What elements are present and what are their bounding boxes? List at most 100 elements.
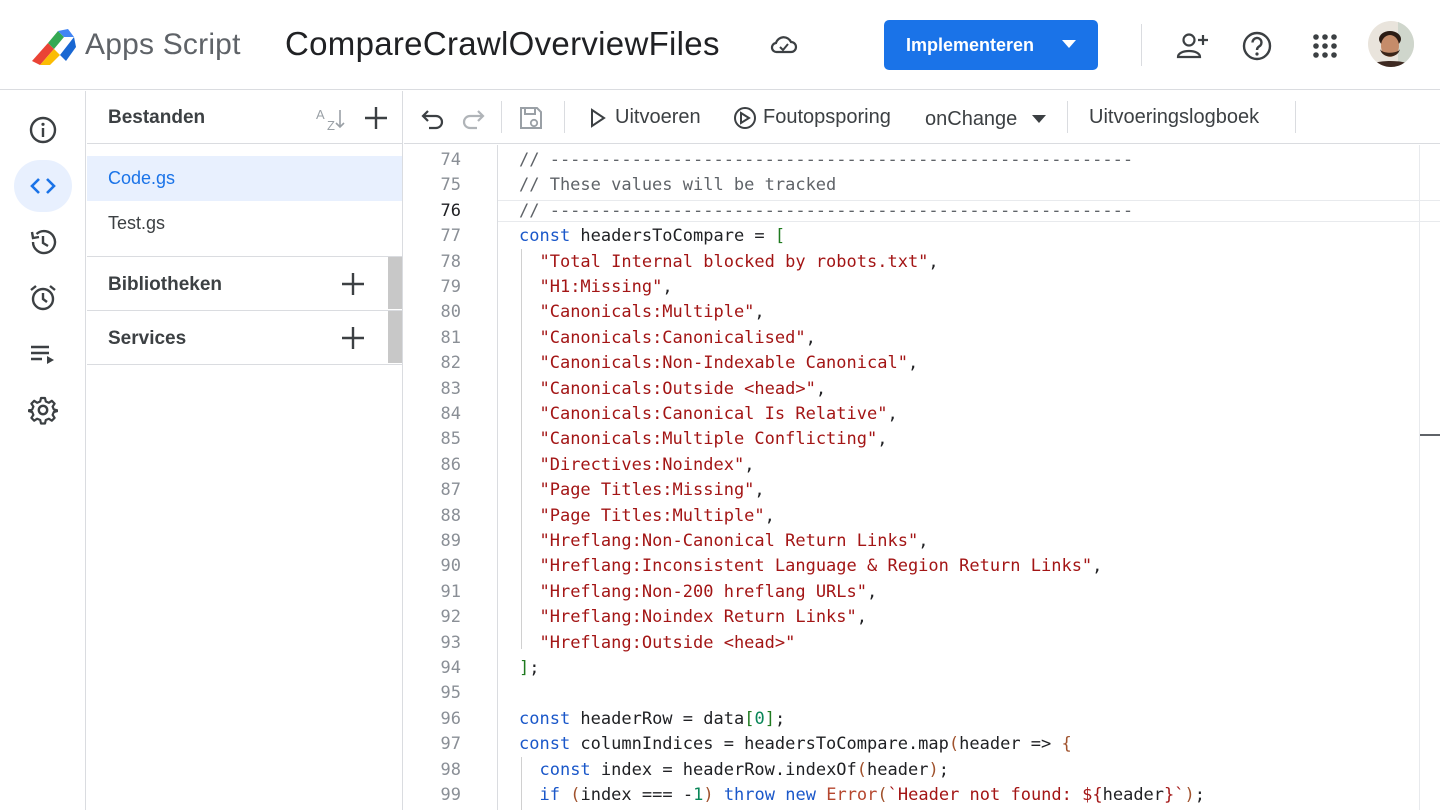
code-line[interactable]: 88 "Page Titles:Multiple", — [404, 504, 1419, 529]
chevron-down-icon[interactable] — [1062, 40, 1076, 48]
line-number: 74 — [440, 150, 461, 170]
line-number: 97 — [440, 734, 461, 755]
code-line[interactable]: 76 // -----------------------------------… — [404, 199, 1419, 224]
code-line[interactable]: 80 "Canonicals:Multiple", — [404, 300, 1419, 325]
apps-grid-icon[interactable] — [1308, 29, 1342, 63]
sort-az-icon[interactable]: A Z — [315, 105, 345, 133]
project-title[interactable]: CompareCrawlOverviewFiles — [285, 25, 720, 63]
info-icon — [29, 116, 57, 144]
line-number: 86 — [440, 454, 461, 475]
section-scrollbar[interactable] — [388, 257, 402, 309]
function-select[interactable]: onChange — [925, 108, 1017, 131]
chevron-down-icon[interactable] — [1032, 115, 1046, 123]
code-text: "Hreflang:Non-Canonical Return Links", — [539, 531, 929, 551]
line-number: 82 — [440, 353, 461, 374]
top-bar: Apps Script CompareCrawlOverviewFiles Im… — [0, 0, 1440, 90]
apps-script-logo[interactable] — [30, 27, 78, 67]
line-number: 98 — [440, 759, 461, 780]
code-line[interactable]: 86 "Directives:Noindex", — [404, 453, 1419, 478]
scrollbar-position-marker — [1420, 434, 1440, 436]
app-name: Apps Script — [85, 28, 241, 61]
code-line[interactable]: 74 // -----------------------------------… — [404, 148, 1419, 173]
code-editor[interactable]: 74 // -----------------------------------… — [404, 145, 1440, 810]
code-text: "Canonicals:Non-Indexable Canonical", — [539, 353, 919, 374]
line-number: 76 — [440, 200, 461, 221]
deploy-button[interactable]: Implementeren — [884, 20, 1098, 70]
undo-icon[interactable] — [420, 105, 446, 131]
rail-item-settings[interactable] — [14, 384, 72, 436]
toolbar-divider — [564, 101, 565, 133]
files-header: Bestanden A Z — [87, 91, 402, 144]
deploy-button-label: Implementeren — [906, 35, 1035, 55]
run-button[interactable]: Uitvoeren — [615, 106, 701, 129]
code-line[interactable]: 93 "Hreflang:Outside <head>" — [404, 631, 1419, 656]
code-text: const headerRow = data[0]; — [519, 708, 786, 729]
code-line[interactable]: 95 — [404, 681, 1419, 706]
cloud-saved-icon — [770, 36, 798, 54]
code-text: if (index === -1) throw new Error(`Heade… — [539, 785, 1206, 805]
code-text: "Hreflang:Inconsistent Language & Region… — [539, 556, 1103, 577]
code-line[interactable]: 94]; — [404, 656, 1419, 681]
add-service-icon[interactable] — [340, 325, 366, 351]
rail-item-overview[interactable] — [14, 104, 72, 156]
code-line[interactable]: 85 "Canonicals:Multiple Conflicting", — [404, 427, 1419, 452]
code-line[interactable]: 99 if (index === -1) throw new Error(`He… — [404, 783, 1419, 808]
left-rail — [0, 91, 86, 810]
editor-scrollbar[interactable] — [1419, 145, 1420, 810]
code-text: // These values will be tracked — [519, 175, 837, 196]
section-title: Services — [108, 328, 187, 349]
rail-item-triggers[interactable] — [14, 272, 72, 324]
line-number: 83 — [440, 378, 461, 399]
code-text: ]; — [519, 658, 540, 678]
help-icon[interactable] — [1240, 29, 1274, 63]
redo-icon[interactable] — [460, 105, 486, 131]
section-divider — [87, 364, 402, 365]
section-libraries[interactable]: Bibliotheken — [87, 256, 402, 310]
file-item-test[interactable]: Test.gs — [87, 201, 402, 246]
code-text: "Page Titles:Multiple", — [539, 505, 775, 526]
code-line[interactable]: 83 "Canonicals:Outside <head>", — [404, 377, 1419, 402]
code-line[interactable]: 84 "Canonicals:Canonical Is Relative", — [404, 402, 1419, 427]
file-item-code[interactable]: Code.gs — [87, 156, 402, 201]
save-icon[interactable] — [518, 105, 544, 131]
code-line[interactable]: 77 const headersToCompare = [ — [404, 224, 1419, 249]
executions-icon — [31, 345, 54, 364]
debug-icon[interactable] — [732, 105, 758, 131]
section-services[interactable]: Services — [87, 310, 402, 364]
code-line[interactable]: 90 "Hreflang:Inconsistent Language & Reg… — [404, 554, 1419, 579]
rail-item-editor[interactable] — [14, 160, 72, 212]
code-line[interactable]: 91 "Hreflang:Non-200 hreflang URLs", — [404, 580, 1419, 605]
code-line[interactable]: 75 // These values will be tracked — [404, 173, 1419, 198]
play-icon[interactable] — [586, 107, 608, 129]
line-number: 88 — [440, 505, 461, 526]
rail-item-executions[interactable] — [14, 328, 72, 380]
debug-button[interactable]: Foutopsporing — [763, 106, 891, 129]
add-file-icon[interactable] — [363, 105, 389, 131]
file-name: Code.gs — [108, 168, 176, 188]
code-line[interactable]: 82 "Canonicals:Non-Indexable Canonical", — [404, 351, 1419, 376]
add-user-icon[interactable] — [1175, 29, 1209, 63]
code-line[interactable]: 97 const columnIndices = headersToCompare… — [404, 732, 1419, 757]
toolbar-divider — [1295, 101, 1296, 133]
section-scrollbar[interactable] — [388, 311, 402, 363]
code-text: // -------------------------------------… — [519, 200, 1134, 221]
code-line[interactable]: 92 "Hreflang:Noindex Return Links", — [404, 605, 1419, 630]
code-line[interactable]: 81 "Canonicals:Canonicalised", — [404, 326, 1419, 351]
code-line[interactable]: 78 "Total Internal blocked by robots.txt… — [404, 250, 1419, 275]
code-line[interactable]: 89 "Hreflang:Non-Canonical Return Links"… — [404, 529, 1419, 554]
line-number: 79 — [440, 277, 461, 297]
add-library-icon[interactable] — [340, 271, 366, 297]
code-line[interactable]: 79 "H1:Missing", — [404, 275, 1419, 300]
code-line[interactable]: 98 const index = headerRow.indexOf(heade… — [404, 758, 1419, 783]
code-line[interactable]: 96 const headerRow = data[0]; — [404, 707, 1419, 732]
code-text: "Canonicals:Canonical Is Relative", — [539, 404, 898, 424]
avatar[interactable] — [1368, 21, 1414, 67]
code-line[interactable]: 87 "Page Titles:Missing", — [404, 478, 1419, 503]
files-panel: Bestanden A Z Code.gs Test.gs Bibliothek… — [87, 91, 403, 810]
section-title: Bibliotheken — [108, 274, 223, 295]
execution-log-button[interactable]: Uitvoeringslogboek — [1089, 106, 1259, 129]
line-number: 84 — [440, 404, 461, 424]
rail-item-history[interactable] — [14, 216, 72, 268]
history-icon — [30, 229, 57, 255]
files-title: Bestanden — [108, 107, 206, 128]
